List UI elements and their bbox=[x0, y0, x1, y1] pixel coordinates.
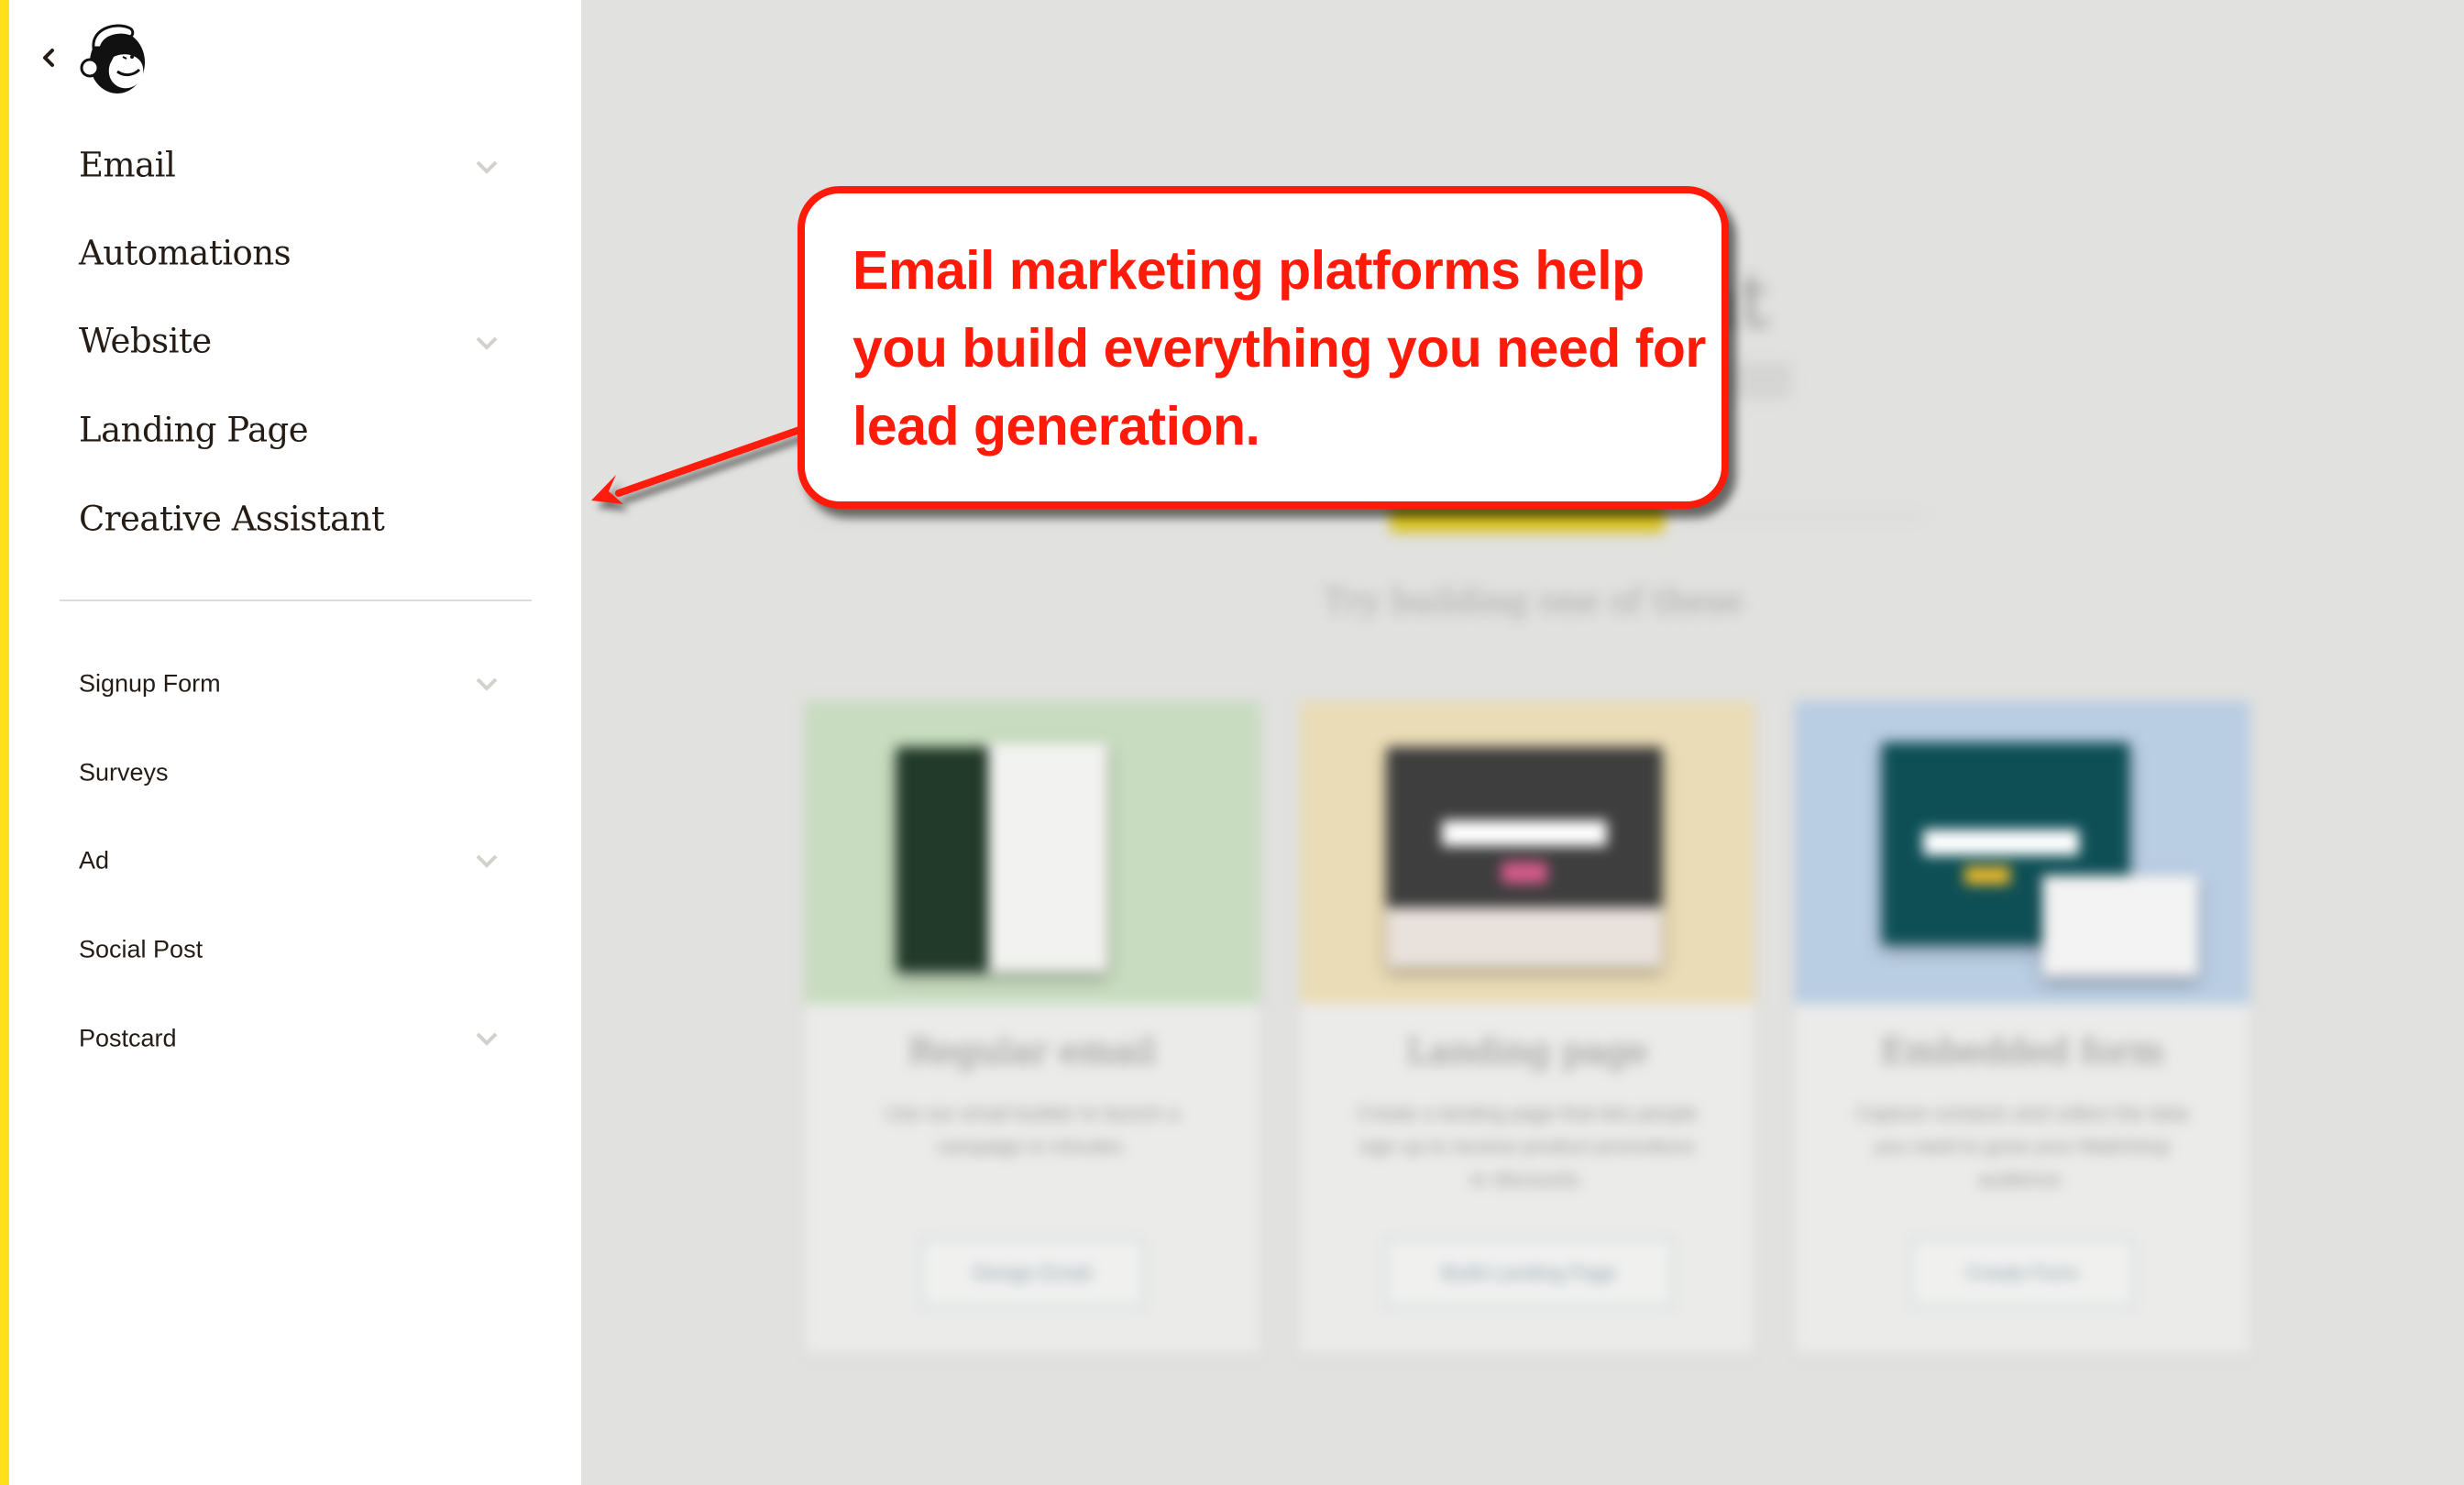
sidebar-item-ad[interactable]: Ad bbox=[79, 847, 109, 875]
annotation-callout: Email marketing platforms help you build… bbox=[798, 186, 1729, 509]
card-image bbox=[1300, 701, 1754, 1004]
card-embedded-form[interactable]: Embedded form Capture contacts and colle… bbox=[1795, 701, 2250, 1354]
sidebar-item-landing-page[interactable]: Landing Page bbox=[79, 411, 309, 450]
sidebar: Email Automations Website Landing Page C… bbox=[0, 0, 581, 1485]
sidebar-item-signup-form[interactable]: Signup Form bbox=[79, 670, 221, 698]
card-image bbox=[1795, 701, 2250, 1004]
hero-divider bbox=[810, 515, 1924, 518]
card-regular-email[interactable]: Regular email Use our email builder to l… bbox=[805, 701, 1260, 1354]
chevron-down-icon[interactable] bbox=[475, 853, 499, 868]
landing-page-preview bbox=[1387, 747, 1662, 967]
create-form-button[interactable]: Create Form bbox=[1909, 1238, 2135, 1309]
freddie-icon bbox=[80, 24, 145, 94]
chevron-down-icon[interactable] bbox=[475, 1031, 499, 1046]
brand-stripe bbox=[0, 0, 9, 1485]
sidebar-item-creative-assistant[interactable]: Creative Assistant bbox=[79, 500, 385, 539]
chevron-down-icon[interactable] bbox=[475, 336, 499, 350]
email-preview-secondary bbox=[988, 742, 1107, 972]
sidebar-item-postcard[interactable]: Postcard bbox=[79, 1025, 177, 1053]
sidebar-item-email[interactable]: Email bbox=[79, 146, 176, 185]
chevron-down-icon[interactable] bbox=[475, 160, 499, 174]
sidebar-item-website[interactable]: Website bbox=[79, 322, 212, 361]
card-image bbox=[805, 701, 1260, 1004]
mailchimp-logo[interactable] bbox=[77, 20, 152, 95]
sidebar-item-social-post[interactable]: Social Post bbox=[79, 936, 203, 964]
card-title: Regular email bbox=[908, 1031, 1157, 1072]
build-landing-page-button[interactable]: Build Landing Page bbox=[1384, 1238, 1674, 1309]
card-title: Landing page bbox=[1406, 1031, 1648, 1072]
sidebar-item-automations[interactable]: Automations bbox=[79, 234, 292, 273]
form-popup-preview bbox=[2042, 875, 2198, 976]
section-label: Try building one of these bbox=[1324, 583, 1744, 621]
card-description: Use our email builder to launch a campai… bbox=[885, 1102, 1180, 1158]
back-button[interactable] bbox=[37, 42, 60, 73]
sidebar-item-surveys[interactable]: Surveys bbox=[79, 759, 169, 787]
annotation-text: Email marketing platforms help you build… bbox=[852, 240, 1706, 456]
design-email-button[interactable]: Design Email bbox=[919, 1238, 1145, 1309]
sidebar-divider bbox=[60, 600, 532, 601]
card-description: Create a landing page that lets people s… bbox=[1357, 1102, 1698, 1191]
chevron-left-icon bbox=[43, 49, 54, 67]
chevron-down-icon[interactable] bbox=[475, 676, 499, 691]
card-title: Embedded form bbox=[1880, 1031, 2164, 1072]
card-description: Capture contacts and collect the data yo… bbox=[1855, 1102, 2189, 1191]
card-landing-page[interactable]: Landing page Create a landing page that … bbox=[1300, 701, 1754, 1354]
email-preview bbox=[896, 747, 988, 972]
